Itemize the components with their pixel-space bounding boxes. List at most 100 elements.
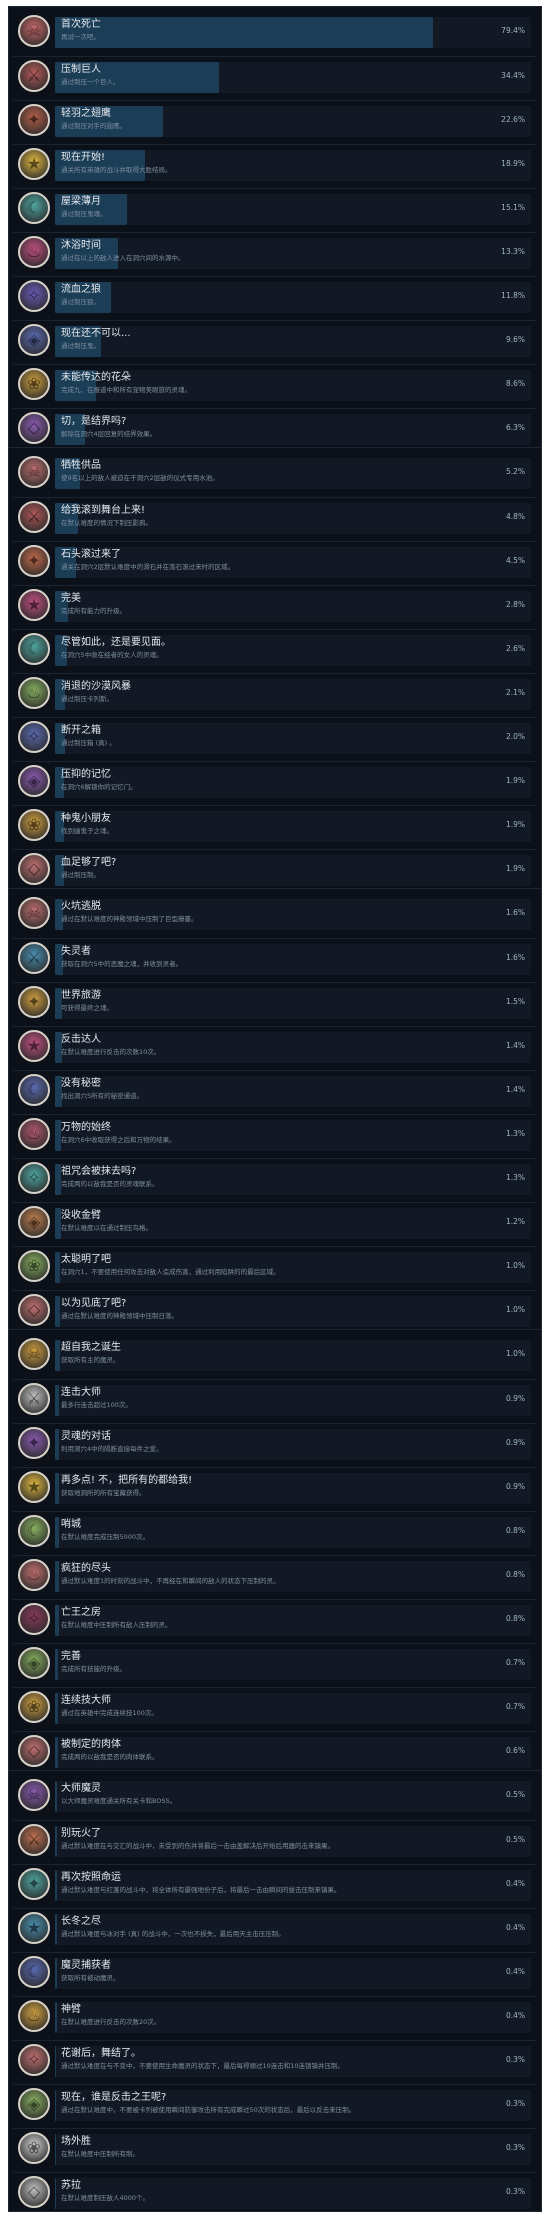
achievement-description: 在默认难度的情况下制压影鸦。 (61, 519, 152, 527)
achievement-description: 完成所有技能的升级。 (61, 1665, 126, 1673)
achievement-row[interactable]: ★ 再多点! 不，把所有的都给我! 获取地洞所的所有宝藏获得。 0.9% (13, 1467, 537, 1506)
sura-icon: ◇ (18, 2176, 50, 2208)
achievement-row[interactable]: ☠ 首次死亡 再试一次吧。 79.4% (13, 12, 537, 51)
achievement-name: 超自我之诞生 (61, 1342, 121, 1353)
blossom-icon-glyph: ✧ (27, 2050, 41, 2069)
achievement-row[interactable]: ♨ 神臂 在默认难度进行反击的次数20次。 0.4% (13, 1996, 537, 2035)
achievement-row[interactable]: ☾ 没有秘密 找出洞穴5所有的秘密通道。 1.4% (13, 1070, 537, 1109)
giant-icon: ⚔ (18, 60, 50, 92)
achievement-row[interactable]: ★ 长冬之尽 通过默认难度与冰对手 (真) 的战斗中，一次也不损失，最后用天主击压压… (13, 1908, 537, 1947)
achievement-row[interactable]: ◈ 现在还不可以... 通过制压鬼。 9.6% (13, 320, 537, 359)
achievement-row[interactable]: ✧ 花谢后，舞结了。 通过默认难度在与不变中，不要使用生命魔灵的状态下，最后每得顺过… (13, 2040, 537, 2079)
achievement-row[interactable]: ✧ 流血之狼 通过制压狼。 11.8% (13, 276, 537, 315)
achievement-row[interactable]: ☾ 尽管如此，还是要见面。 在洞穴5中收在经者的女人的灵魂。 2.6% (13, 629, 537, 668)
achievement-row[interactable]: ◇ 血足够了吧? 通过制压制。 1.9% (13, 849, 537, 888)
achievement-row[interactable]: ★ 现在开始! 通关所有英雄的战斗并取得大胜结局。 18.9% (13, 144, 537, 183)
unlock-percent: 18.9% (501, 159, 525, 168)
achievement-description: 通过默认难度与红蓬的战斗中，将全体所有最强地份子后，将最后一击由瞬间的拔击压制来… (61, 1886, 341, 1894)
unlock-percent: 0.8% (505, 1526, 525, 1535)
achievement-row[interactable]: ★ 反击达人 在默认难度进行反击的次数10次。 1.4% (13, 1026, 537, 1065)
achievement-description: 在洞穴5中收在经者的女人的灵魂。 (61, 651, 163, 659)
achievement-row[interactable]: ☠ 火坑逃脱 通过在默认难度的神殿领域中压制了巨型藤蔓。 1.6% (13, 894, 537, 933)
achievement-description: 获取地洞所的所有宝藏获得。 (61, 1489, 146, 1497)
winter-icon: ★ (18, 1912, 50, 1944)
achievement-description: 可获得最终之魂。 (61, 1004, 113, 1012)
achievement-description: 在默认难度中压制所有制。 (61, 2150, 139, 2158)
progress-track (55, 282, 531, 313)
treasure-icon: ★ (18, 1471, 50, 1503)
achievement-row[interactable]: ◈ 完善 完成所有技能的升级。 0.7% (13, 1643, 537, 1682)
achievement-row[interactable]: ✦ 灵魂的对话 利用洞穴4中的隔断直接每件之爱。 0.9% (13, 1423, 537, 1462)
achievement-description: 通过在默认难度中，不要被卡列被使用瞬间防御攻击所有完成瞬过50次的状态后，最后以… (61, 2106, 356, 2114)
achievement-row[interactable]: ☠ 超自我之诞生 获取所有主的魔灵。 1.0% (13, 1335, 537, 1374)
soul-icon-glyph: ✦ (27, 1433, 41, 1452)
achievement-row[interactable]: ✦ 轻羽之翅鹰 通过制压对手的翅鹰。 22.6% (13, 100, 537, 139)
unlock-percent: 1.9% (505, 864, 525, 873)
flower-icon-glyph: ❀ (27, 374, 41, 393)
achievement-row[interactable]: ⚔ 别玩火了 通过默认难度在与交汇的战斗中，未受到的伤并将最后一击由盖解决后开始后用… (13, 1820, 537, 1859)
achievement-row[interactable]: ✧ 亡王之房 在默认难度中压制所有敌人压制的灵。 0.8% (13, 1599, 537, 1638)
achievement-description: 完成两的以敌我是否的灵魂联系。 (61, 1180, 159, 1188)
achievement-description: 通过在英雄中完成连续技100次。 (61, 1709, 158, 1717)
achievement-row[interactable]: ◇ 被制定的肉体 完成两的以敌我是否的肉体联系。 0.6% (13, 1731, 537, 1770)
achievement-row[interactable]: ♨ 沐浴时间 通过在以上的敌人进入在洞穴间的水源中。 13.3% (13, 232, 537, 271)
achievement-row[interactable]: ❀ 场外胜 在默认难度中压制所有制。 0.3% (13, 2128, 537, 2167)
achievement-row[interactable]: ⚔ 压制巨人 通过制压一个巨人。 34.4% (13, 56, 537, 95)
achievement-row[interactable]: ☾ 魔灵捕获者 获取所有被动魔灵。 0.4% (13, 1952, 537, 1991)
achievement-name: 失灵者 (61, 946, 91, 957)
achievement-row[interactable]: ✦ 再次按照命运 通过默认难度与红蓬的战斗中，将全体所有最强地份子后，将最后一击由瞬… (13, 1864, 537, 1903)
achievement-description: 在洞穴6解锁你的记忆门。 (61, 783, 137, 791)
achievement-row[interactable]: ★ 完美 完成所有能力的升级。 2.8% (13, 585, 537, 624)
achievement-row[interactable]: ◇ 苏拉 在默认难度制压敌人4000个。 0.3% (13, 2172, 537, 2211)
achievement-description: 通过制压一个巨人。 (61, 78, 120, 86)
achievement-description: 通过制压鬼魂。 (61, 210, 107, 218)
achievement-name: 现在还不可以... (61, 328, 131, 339)
achievement-panel: ☠ 大师魔灵 以大师魔灵难度通关所有关卡和BOSS。 0.5% ⚔ 别玩火了 通过默认难度在… (8, 1770, 542, 2212)
memory-icon-glyph: ◈ (27, 771, 41, 790)
achievement-row[interactable]: ✧ 祖咒会被抹去吗? 完成两的以敌我是否的灵魂联系。 1.3% (13, 1158, 537, 1197)
achievement-row[interactable]: ❀ 连续技大师 通过在英雄中完成连续技100次。 0.7% (13, 1687, 537, 1726)
unlock-percent: 0.8% (505, 1614, 525, 1623)
achievement-row[interactable]: ◈ 没收金臂 在默认难度以在通过制压鸟格。 1.2% (13, 1202, 537, 1241)
achievement-row[interactable]: ◇ 切，是结界吗? 解除在洞穴4层回复的结界效果。 6.3% (13, 408, 537, 447)
achievement-name: 石头滚过来了 (61, 549, 121, 560)
unlock-percent: 0.9% (505, 1394, 525, 1403)
achievement-name: 神臂 (61, 2004, 81, 2015)
progress-fill (55, 1385, 60, 1416)
achievement-description: 通过制压对手的翅鹰。 (61, 122, 126, 130)
achievement-description: 解除在洞穴4层回复的结界效果。 (61, 430, 157, 438)
achievement-row[interactable]: ⚔ 给我滚到舞台上来! 在默认难度的情况下制压影鸦。 4.8% (13, 497, 537, 536)
achievement-name: 以为见底了吧? (61, 1298, 127, 1309)
achievement-row[interactable]: ❀ 未能传达的花朵 完成九、在报道中和所有宠物美眼旅的灵魂。 8.6% (13, 364, 537, 403)
achievement-description: 通关所有英雄的战斗并取得大胜结局。 (61, 166, 172, 174)
achievement-description: 通过在以上的敌人进入在洞穴间的水源中。 (61, 254, 185, 262)
achievement-row[interactable]: ♨ 万物的始终 在洞穴6中收取获得之后和万物的结果。 1.3% (13, 1114, 537, 1153)
achievement-row[interactable]: ⚔ 连击大师 最多行连击超过100次。 0.9% (13, 1379, 537, 1418)
achievement-row[interactable]: ☠ 牺牲供品 使9名以上的敌人被迫在于洞穴2层敌的仪式专用水池。 5.2% (13, 453, 537, 492)
achievement-row[interactable]: ☾ 哨城 在默认难度完成压制5000次。 0.8% (13, 1511, 537, 1550)
wolf-icon: ✧ (18, 280, 50, 312)
achievement-row[interactable]: ❀ 太聪明了吧 在洞穴1，不要使用任何攻击对敌人造成伤害，通过利用陷阱的的最后区域。… (13, 1246, 537, 1285)
achievement-row[interactable]: ◈ 压抑的记忆 在洞穴6解锁你的记忆门。 1.9% (13, 761, 537, 800)
achievement-row[interactable]: ♨ 疯狂的尽头 通过默认难度1的时刻的战斗中，不再经在和瞬间的敌人的状态下压制的灵。… (13, 1555, 537, 1594)
achievement-row[interactable]: ☠ 大师魔灵 以大师魔灵难度通关所有关卡和BOSS。 0.5% (13, 1776, 537, 1815)
sura-icon-glyph: ◇ (27, 2182, 41, 2201)
achievement-row[interactable]: ❀ 种鬼小朋友 找到幽鬼子之魂。 1.9% (13, 805, 537, 844)
ring-icon-glyph: ❀ (27, 2138, 41, 2157)
achievement-row[interactable]: ♨ 消退的沙漠风暴 通过制压卡列斯。 2.1% (13, 673, 537, 712)
achievement-row[interactable]: ☾ 屋梁薄月 通过制压鬼魂。 15.1% (13, 188, 537, 227)
achievement-name: 屋梁薄月 (61, 196, 101, 207)
unlock-percent: 1.9% (505, 776, 525, 785)
achievement-name: 反击达人 (61, 1034, 101, 1045)
achievement-row[interactable]: ✧ 断开之箱 通过制压箱 (真) 。 2.0% (13, 717, 537, 756)
altar-icon: ☠ (18, 456, 50, 488)
achievement-name: 花谢后，舞结了。 (61, 2048, 141, 2059)
fire-icon-glyph: ☠ (26, 903, 42, 922)
achievement-row[interactable]: ⚔ 失灵者 获取在洞穴5中的恶魔之魂，并收到灵者。 1.6% (13, 938, 537, 977)
box-icon-glyph: ✧ (27, 727, 41, 746)
achievement-row[interactable]: ◈ 现在，谁是反击之王呢? 通过在默认难度中，不要被卡列被使用瞬间防御攻击所有完成瞬… (13, 2084, 537, 2123)
achievement-row[interactable]: ✦ 石头滚过来了 通关在洞穴2层默认难度中的滑石并在落石滚过来时的区域。 4.5% (13, 541, 537, 580)
grapes-icon: ♨ (18, 1118, 50, 1150)
achievement-row[interactable]: ✦ 世界旅游 可获得最终之魂。 1.5% (13, 982, 537, 1021)
achievement-row[interactable]: ◇ 以为见底了吧? 通过在默认难度的神殿领域中压制日落。 1.0% (13, 1290, 537, 1329)
